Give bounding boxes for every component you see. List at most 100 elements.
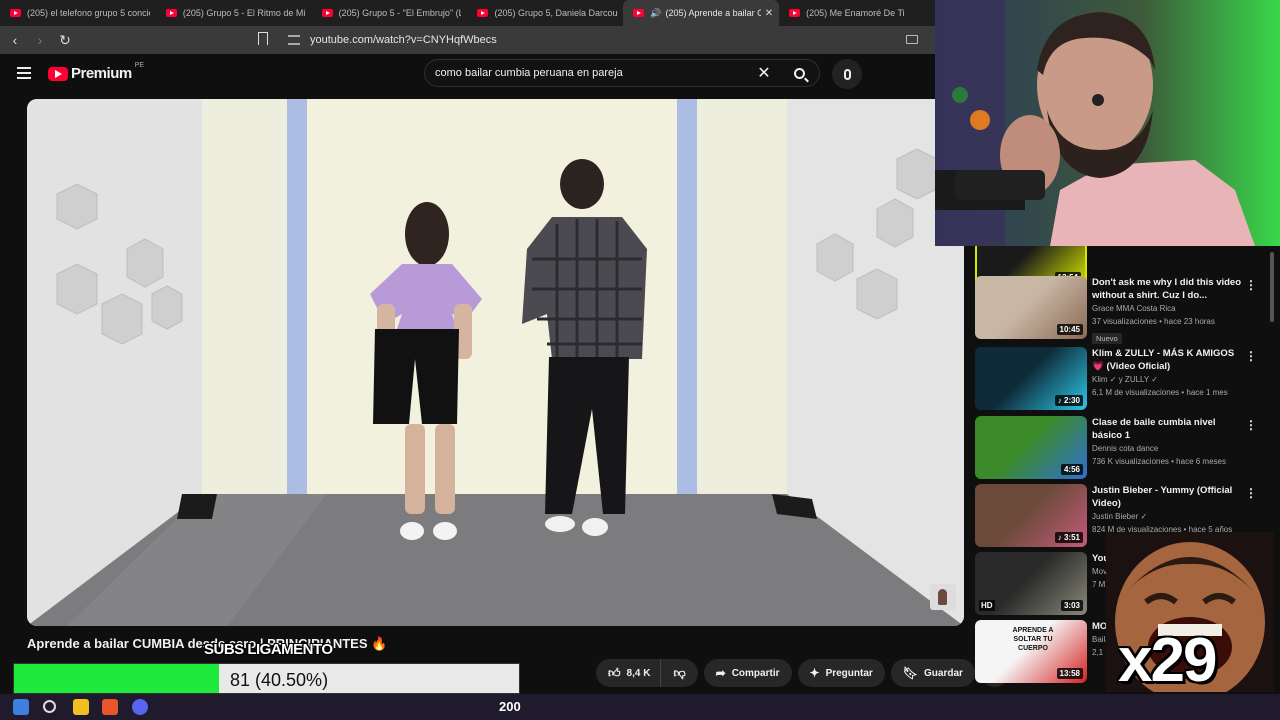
back-icon[interactable]: ‹ <box>5 32 25 48</box>
address-bar[interactable]: youtube.com/watch?v=CNYHqfWbecs <box>282 29 922 51</box>
youtube-favicon-icon <box>10 9 21 17</box>
search-box: como bailar cumbia peruana en pareja ✕ <box>424 59 820 87</box>
video-meta: 6,1 M de visualizaciones • hace 1 mes <box>1092 388 1228 397</box>
screen: { "browser": { "tabs": [ {"title": "(205… <box>0 0 1280 720</box>
close-tab-icon[interactable]: ✕ <box>761 8 773 19</box>
url-text: youtube.com/watch?v=CNYHqfWbecs <box>310 34 497 46</box>
browser-tab[interactable]: (205) Me Enamoré De Ti <box>779 0 935 26</box>
youtube-favicon-icon <box>165 9 177 17</box>
video-thumbnail[interactable]: HD 3:03 <box>975 552 1087 615</box>
bookmark-icon[interactable] <box>258 32 268 45</box>
save-button[interactable]: 🔖︎ Guardar <box>890 659 975 687</box>
bookmark-icon: 🔖︎ <box>902 666 919 680</box>
thumbs-down-icon: 👎︎ <box>673 665 686 680</box>
video-meta: Justin Bieber ✓ <box>1092 512 1148 521</box>
sparkle-icon: ✦ <box>809 666 820 680</box>
video-duration: ♪ 3:51 <box>1054 532 1083 543</box>
video-actions: 👍︎ 8,4 K 👎︎ ➦ Compartir ✦ Preguntar 🔖︎ Guard… <box>596 659 1009 687</box>
video-meta: Grace MMA Costa Rica <box>1092 304 1176 313</box>
video-info: Don't ask me why I did this video withou… <box>1092 276 1242 346</box>
file-explorer-icon[interactable] <box>73 699 89 715</box>
share-icon: ➦ <box>715 666 726 680</box>
cast-icon[interactable] <box>906 35 918 44</box>
video-frame <box>27 99 964 626</box>
new-badge: Nuevo <box>1092 333 1122 344</box>
sidebar-scrollbar[interactable] <box>1270 252 1274 322</box>
menu-icon[interactable] <box>17 67 31 79</box>
video-info: Clase de baile cumbia nivel básico 1 Denn… <box>1092 416 1242 468</box>
taskbar-counter: 200 <box>499 699 521 714</box>
browser-tab[interactable]: (205) Grupo 5 - El Ritmo de Mi Coraz <box>156 0 312 26</box>
video-title[interactable]: Justin Bieber - Yummy (Official Video) <box>1092 484 1242 510</box>
video-meta: Dennis cota dance <box>1092 444 1159 453</box>
search-icon <box>793 67 805 79</box>
video-title[interactable]: Klim & ZULLY - MÁS K AMIGOS 💗 (Video Ofi… <box>1092 347 1242 373</box>
reload-icon[interactable]: ↻ <box>55 32 75 49</box>
video-meta: 736 K visualizaciones • hace 6 meses <box>1092 457 1226 466</box>
browser-tab[interactable]: (205) Grupo 5, Daniela Darcourt - Qu <box>467 0 623 26</box>
fire-emoji: 🔥 <box>371 636 388 651</box>
youtube-header: Premium PE como bailar cumbia peruana en… <box>0 54 935 94</box>
video-duration: 4:56 <box>1060 464 1083 475</box>
sub-goal-bar: 81 (40.50%) <box>13 663 520 694</box>
browser-tab[interactable]: (205) Grupo 5 - "El Embrujo" (Letra) <box>312 0 468 26</box>
video-info: Klim & ZULLY - MÁS K AMIGOS 💗 (Video Ofi… <box>1092 347 1242 399</box>
browser-tab[interactable]: (205) el telefono grupo 5 concierto <box>0 0 156 26</box>
logo-text: Premium <box>71 65 132 82</box>
streamer-webcam <box>935 0 1280 246</box>
video-thumbnail[interactable]: ♪ 2:30 <box>975 347 1087 410</box>
video-duration: ♪ 2:30 <box>1054 395 1083 406</box>
more-options-icon[interactable]: ⋮ <box>1245 486 1257 500</box>
search-icon[interactable] <box>43 700 56 713</box>
video-meta: Klim ✓ y ZULLY ✓ <box>1092 375 1159 384</box>
hd-badge: HD <box>979 600 995 611</box>
video-duration: 13:58 <box>1056 668 1083 679</box>
sub-goal-fill <box>14 664 219 693</box>
search-input[interactable]: como bailar cumbia peruana en pareja <box>425 67 749 79</box>
speaker-icon[interactable]: 🔊 <box>650 8 661 19</box>
video-title[interactable]: Clase de baile cumbia nivel básico 1 <box>1092 416 1242 442</box>
miniplayer-thumbnail[interactable] <box>930 584 956 610</box>
video-title[interactable]: Don't ask me why I did this video withou… <box>1092 276 1242 302</box>
start-icon[interactable] <box>13 699 29 715</box>
thumbnail-text: APRENDE A SOLTAR TU CUERPO <box>1012 627 1054 652</box>
more-options-icon[interactable]: ⋮ <box>1245 278 1257 292</box>
search-button[interactable] <box>779 59 819 87</box>
discord-icon[interactable] <box>132 699 148 715</box>
youtube-favicon-icon <box>321 9 333 17</box>
more-options-icon[interactable]: ⋮ <box>1245 418 1257 432</box>
video-player[interactable] <box>27 99 964 626</box>
more-options-icon[interactable]: ⋮ <box>1245 349 1257 363</box>
browser-tab-strip: (205) el telefono grupo 5 concierto (205… <box>0 0 935 26</box>
forward-icon[interactable]: › <box>30 32 50 48</box>
video-thumbnail[interactable]: 10:45 <box>975 276 1087 339</box>
os-taskbar: 200 <box>0 694 1280 720</box>
clear-search-icon[interactable]: ✕ <box>749 63 779 83</box>
sub-goal-text: 81 (40.50%) <box>230 670 329 690</box>
video-duration: 10:45 <box>1056 324 1083 335</box>
voice-search-button[interactable] <box>832 59 862 89</box>
site-settings-icon[interactable] <box>288 35 300 45</box>
country-code: PE <box>134 62 145 69</box>
youtube-logo[interactable]: Premium PE <box>48 62 145 82</box>
dislike-button[interactable]: 👎︎ <box>660 659 698 687</box>
video-thumbnail[interactable]: APRENDE A SOLTAR TU CUERPO 13:58 <box>975 620 1087 683</box>
video-thumbnail[interactable]: ♪ 3:51 <box>975 484 1087 547</box>
video-duration: 3:03 <box>1060 600 1083 611</box>
browser-toolbar: ‹ › ↻ youtube.com/watch?v=CNYHqfWbecs <box>0 26 935 54</box>
brave-browser-icon[interactable] <box>102 699 118 715</box>
browser-tab-active[interactable]: 🔊(205) Aprende a bailar CUMB✕ <box>623 0 780 26</box>
video-thumbnail[interactable]: 4:56 <box>975 416 1087 479</box>
emote-multiplier: x29 <box>1118 626 1217 695</box>
youtube-favicon-icon <box>789 9 801 17</box>
ask-button[interactable]: ✦ Preguntar <box>797 659 885 687</box>
youtube-favicon-icon <box>633 9 645 17</box>
share-button[interactable]: ➦ Compartir <box>703 659 792 687</box>
thumbs-up-icon: 👍︎ <box>608 665 621 680</box>
sub-goal-title: SUBS LIGAMENTO <box>204 641 333 658</box>
video-info: Justin Bieber - Yummy (Official Video) Ju… <box>1092 484 1242 536</box>
youtube-play-icon <box>48 66 68 81</box>
video-meta: 37 visualizaciones • hace 23 horas <box>1092 317 1215 326</box>
microphone-icon <box>843 68 851 80</box>
like-button[interactable]: 👍︎ 8,4 K <box>596 659 661 687</box>
